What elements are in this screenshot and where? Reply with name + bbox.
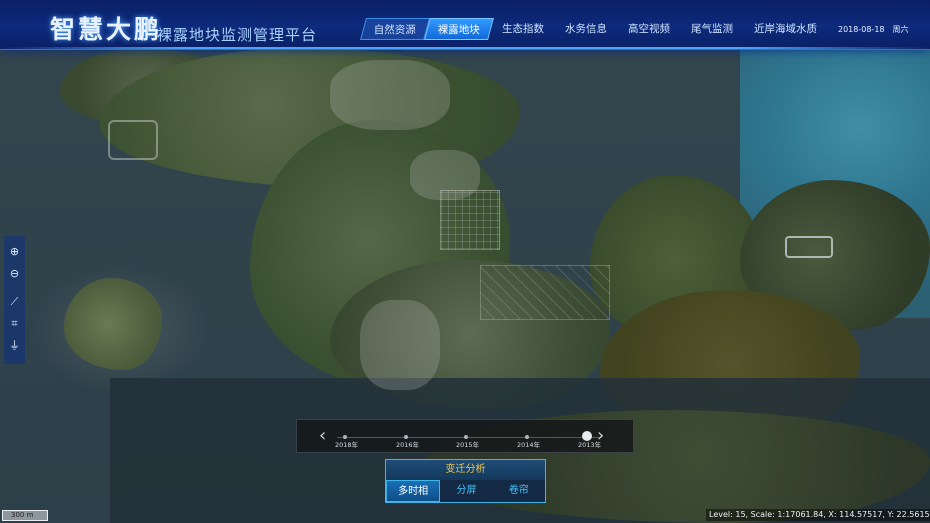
header-weekday: 周六 (892, 25, 909, 34)
panel-title: 变迁分析 (386, 460, 545, 480)
nav-tab-label: 自然资源 (373, 24, 416, 36)
year-timeline: ‹ 2018年 2016年 2015年 2014年 2013年 › (296, 419, 634, 453)
nav-tab-water-info[interactable]: 水务信息 (551, 18, 620, 40)
map-scale-bar: 300 m (2, 510, 48, 521)
area-select-icon[interactable]: ⌗ (7, 316, 22, 331)
measure-ruler-icon[interactable]: ⟋ (7, 294, 22, 309)
map-status-readout: Level: 15, Scale: 1:17061.84, X: 114.575… (706, 509, 930, 521)
map-urban-area (360, 300, 440, 390)
nav-tab-exhaust-monitor[interactable]: 尾气监测 (677, 18, 746, 40)
timeline-prev-arrow-icon[interactable]: ‹ (319, 424, 326, 448)
nav-tab-label: 裸露地块 (437, 24, 480, 36)
timeline-year[interactable]: 2018年 (335, 439, 358, 449)
timeline-year[interactable]: 2015年 (456, 439, 479, 449)
tab-split-screen[interactable]: 分屏 (440, 480, 492, 502)
map-island (64, 278, 162, 370)
app-root: 智慧大鹏 裸露地块监测管理平台 自然资源 裸露地块 生态指数 水务信息 高空视频… (0, 0, 930, 523)
header-date: 2018-08-18 (838, 25, 885, 34)
nav-tab-label: 尾气监测 (691, 23, 733, 35)
map-port (785, 236, 833, 258)
nav-tab-label: 近岸海域水质 (754, 23, 817, 35)
map-toolbar: ⊕ ⊖ ⟋ ⌗ ⏚ (4, 236, 25, 364)
nav-tab-label: 水务信息 (565, 23, 607, 35)
nav-tab-aerial-video[interactable]: 高空视频 (614, 18, 683, 40)
nav-tab-natural-resources[interactable]: 自然资源 (360, 18, 430, 40)
tab-swipe[interactable]: 卷帘 (493, 480, 545, 502)
map-plot-grid (440, 190, 500, 250)
nav-tab-label: 生态指数 (502, 23, 544, 35)
nav-tab-bare-land[interactable]: 裸露地块 (424, 18, 494, 40)
map-port (108, 120, 158, 160)
zoom-in-icon[interactable]: ⊕ (7, 244, 22, 259)
tab-multi-temporal[interactable]: 多时相 (386, 480, 441, 502)
app-title: 智慧大鹏 (50, 15, 163, 44)
panel-tabs: 多时相 分屏 卷帘 (386, 480, 545, 502)
nav-tab-coastal-water[interactable]: 近岸海域水质 (740, 18, 830, 40)
header-glow-line (0, 47, 930, 49)
locate-icon[interactable]: ⏚ (7, 338, 22, 353)
top-header: 智慧大鹏 裸露地块监测管理平台 自然资源 裸露地块 生态指数 水务信息 高空视频… (0, 0, 930, 50)
change-analysis-panel: 变迁分析 多时相 分屏 卷帘 (385, 459, 546, 503)
timeline-year[interactable]: 2016年 (396, 439, 419, 449)
timeline-track (337, 437, 599, 438)
header-datetime: 2018-08-18 周六 (838, 24, 917, 35)
main-nav: 自然资源 裸露地块 生态指数 水务信息 高空视频 尾气监测 近岸海域水质 (360, 18, 830, 40)
timeline-next-arrow-icon[interactable]: › (597, 424, 604, 448)
timeline-year[interactable]: 2014年 (517, 439, 540, 449)
map-plot-grid (480, 265, 610, 320)
map-urban-area (330, 60, 450, 130)
nav-tab-label: 高空视频 (628, 23, 670, 35)
zoom-out-icon[interactable]: ⊖ (7, 266, 22, 281)
nav-tab-eco-index[interactable]: 生态指数 (488, 18, 557, 40)
app-subtitle: 裸露地块监测管理平台 (157, 26, 318, 44)
